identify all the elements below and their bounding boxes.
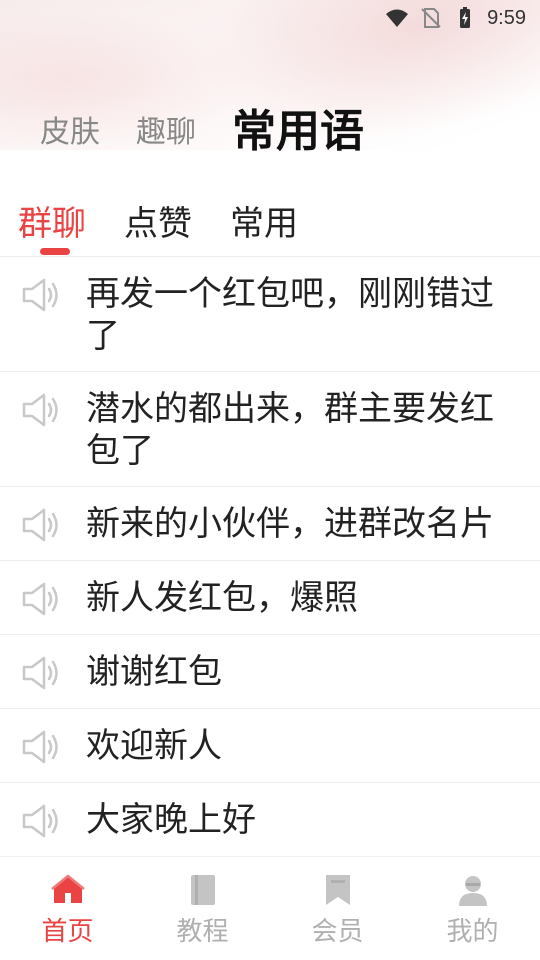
user-icon [458,876,487,906]
nav-membership[interactable]: 会员 [270,857,405,960]
wifi-icon [386,9,409,27]
list-item[interactable]: 新来的小伙伴，进群改名片 [0,487,540,561]
nav-profile[interactable]: 我的 [405,857,540,960]
speaker-icon[interactable] [20,277,60,313]
phrase-list: 再发一个红包吧，刚刚错过了 潜水的都出来，群主要发红包了 新来的小伙伴，进群改名… [0,256,540,857]
tab-skin[interactable]: 皮肤 [40,118,100,156]
subtab-group-chat[interactable]: 群聊 [18,196,86,256]
sub-tab-bar: 群聊 点赞 常用 [18,196,298,256]
list-item[interactable]: 大家晚上好 [0,783,540,857]
nav-label: 教程 [176,917,229,947]
nav-home[interactable]: 首页 [0,857,135,960]
subtab-label: 常用 [230,204,298,244]
speaker-icon[interactable] [20,581,60,617]
phrase-text: 欢迎新人 [86,726,222,766]
subtab-like[interactable]: 点赞 [124,196,192,256]
top-tab-bar: 皮肤 趣聊 常用语 [40,92,364,156]
phrase-text: 谢谢红包 [86,652,222,692]
speaker-icon[interactable] [20,803,60,839]
home-icon [50,874,85,903]
tab-common-phrases[interactable]: 常用语 [232,110,364,156]
subtab-label: 群聊 [18,204,86,244]
phrase-text: 潜水的都出来，群主要发红包了 [86,389,494,471]
nav-label: 会员 [311,917,364,947]
list-item[interactable]: 潜水的都出来，群主要发红包了 [0,372,540,487]
phrase-text: 大家晚上好 [86,800,256,840]
bottom-navigation: 首页 教程 会员 我的 [0,856,540,960]
speaker-icon[interactable] [20,729,60,765]
subtab-common[interactable]: 常用 [230,196,298,256]
nav-label: 首页 [41,917,94,947]
speaker-icon[interactable] [20,507,60,543]
speaker-icon[interactable] [20,392,60,428]
list-item[interactable]: 谢谢红包 [0,635,540,709]
subtab-label: 点赞 [124,204,192,244]
list-item[interactable]: 再发一个红包吧，刚刚错过了 [0,257,540,372]
phrase-text: 新来的小伙伴，进群改名片 [86,504,494,544]
nav-tutorial[interactable]: 教程 [135,857,270,960]
nav-label: 我的 [446,917,499,947]
phrase-text: 再发一个红包吧，刚刚错过了 [86,274,494,356]
phrase-text: 新人发红包，爆照 [86,578,358,618]
speaker-icon[interactable] [20,655,60,691]
battery-charging-icon [460,7,471,28]
no-sim-icon [421,8,441,28]
list-item[interactable]: 新人发红包，爆照 [0,561,540,635]
list-item[interactable]: 欢迎新人 [0,709,540,783]
active-tab-indicator [40,248,70,255]
bookmark-icon [325,875,350,905]
status-time: 9:59 [487,6,526,29]
status-bar: 9:59 [0,0,540,36]
book-icon [190,875,215,905]
tab-fun-chat[interactable]: 趣聊 [136,118,196,156]
